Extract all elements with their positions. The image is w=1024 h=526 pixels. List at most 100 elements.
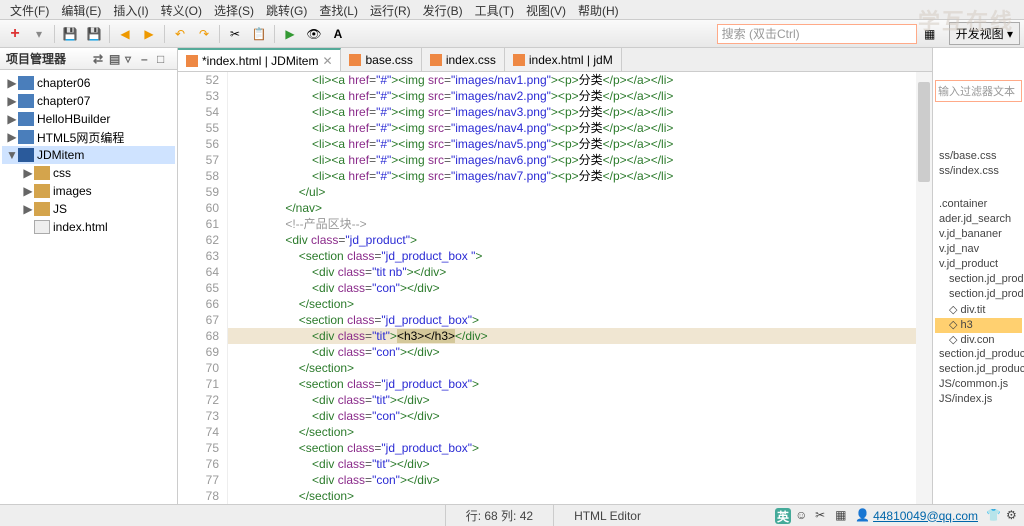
tree-item[interactable]: ▶chapter07 [2,92,175,110]
cut-button[interactable]: ✂ [224,23,246,45]
menu-item[interactable]: 查找(L) [313,0,364,19]
editor-tab[interactable]: index.css [422,48,505,71]
outline-item[interactable]: section.jd_product [935,348,1022,363]
paste-button[interactable]: 📋 [248,23,270,45]
undo-button[interactable]: ↶ [169,23,191,45]
tree-item[interactable]: ▶HTML5网页编程 [2,128,175,146]
perspective-button[interactable]: 开发视图 ▾ [949,22,1020,45]
new-button[interactable]: + [4,23,26,45]
code-line[interactable]: <div class="con"></div> [228,472,932,488]
outline-item[interactable]: JS/common.js [935,378,1022,393]
scroll-thumb[interactable] [918,82,930,182]
account-link[interactable]: 44810049@qq.com [873,509,978,523]
tree-item[interactable]: ▼JDMitem [2,146,175,164]
outline-item[interactable]: v.jd_nav [935,243,1022,258]
code-line[interactable]: <section class="jd_product_box"> [228,312,932,328]
menu-item[interactable]: 跳转(G) [260,0,313,19]
code-line[interactable]: <li><a href="#"><img src="images/nav6.pn… [228,152,932,168]
outline-item[interactable]: ◇ div.con [935,333,1022,348]
code-line[interactable]: </section> [228,424,932,440]
code-line[interactable]: <section class="jd_product_box"> [228,440,932,456]
maximize-icon[interactable]: □ [157,52,171,66]
outline-tree[interactable]: .containerader.jd_searchv.jd_bananerv.jd… [933,196,1024,410]
code-line[interactable]: </nav> [228,200,932,216]
code-line[interactable]: <div class="con"></div> [228,344,932,360]
run-button[interactable]: ▶ [279,23,301,45]
outline-item[interactable]: ss/index.css [935,165,1022,180]
outline-item[interactable]: v.jd_bananer [935,228,1022,243]
code-line[interactable]: <li><a href="#"><img src="images/nav4.pn… [228,120,932,136]
tree-item[interactable]: ▶HelloHBuilder [2,110,175,128]
menu-item[interactable]: 选择(S) [208,0,260,19]
code-line[interactable]: </section> [228,360,932,376]
menu-item[interactable]: 文件(F) [4,0,55,19]
emoji-icon[interactable]: ☺ [795,508,811,524]
forward-button[interactable]: ▶ [138,23,160,45]
outline-item[interactable]: section.jd_product [935,273,1022,288]
menu-icon[interactable]: ▿ [125,52,139,66]
outline-item[interactable]: JS/index.js [935,393,1022,408]
scissors-icon[interactable]: ✂ [815,508,831,524]
menu-item[interactable]: 工具(T) [469,0,520,19]
code-line[interactable]: <li><a href="#"><img src="images/nav5.pn… [228,136,932,152]
code-line[interactable]: <li><a href="#"><img src="images/nav2.pn… [228,88,932,104]
save-all-button[interactable]: 💾 [83,23,105,45]
menu-item[interactable]: 发行(B) [417,0,469,19]
link-icon[interactable]: ⇄ [93,52,107,66]
outline-item[interactable]: section.jd_product [935,363,1022,378]
code-line[interactable]: <li><a href="#"><img src="images/nav1.pn… [228,72,932,88]
tree-item[interactable]: index.html [2,218,175,236]
shirt-icon[interactable]: 👕 [986,508,1002,524]
code-editor[interactable]: 5253545556575859606162636465666768697071… [178,72,932,508]
outline-item[interactable]: ss/base.css [935,150,1022,165]
code-line[interactable]: </section> [228,296,932,312]
preview-button[interactable]: 👁 [303,23,325,45]
code-line[interactable]: <section class="jd_product_box "> [228,248,932,264]
editor-tab[interactable]: *index.html | JDMitem✕ [178,48,341,71]
code-line[interactable]: </section> [228,488,932,504]
code-line[interactable]: <div class="tit"><h3></h3></div> [228,328,932,344]
menu-item[interactable]: 帮助(H) [572,0,625,19]
save-button[interactable]: 💾 [59,23,81,45]
collapse-icon[interactable]: ▤ [109,52,123,66]
menu-item[interactable]: 插入(I) [107,0,154,19]
editor-tab[interactable]: index.html | jdM [505,48,622,71]
outline-item[interactable]: ◇ div.tit [935,303,1022,318]
editor-tab[interactable]: base.css [341,48,421,71]
outline-filter-input[interactable]: 输入过滤器文本 [935,80,1022,102]
outline-item[interactable]: ader.jd_search [935,213,1022,228]
menu-item[interactable]: 编辑(E) [55,0,107,19]
code-line[interactable]: <div class="jd_product"> [228,232,932,248]
text-button[interactable]: A [327,23,349,45]
code-line[interactable]: <li><a href="#"><img src="images/nav3.pn… [228,104,932,120]
code-line[interactable]: <div class="tit"></div> [228,392,932,408]
code-line[interactable]: <section class="jd_product_box"> [228,376,932,392]
minimize-icon[interactable]: – [141,52,155,66]
ime-icon[interactable]: 英 [775,508,791,524]
grid-icon[interactable]: ▦ [835,508,851,524]
menu-item[interactable]: 视图(V) [520,0,572,19]
user-icon[interactable]: 👤 [855,508,871,524]
tree-item[interactable]: ▶JS [2,200,175,218]
gear-icon[interactable]: ⚙ [1006,508,1022,524]
redo-button[interactable]: ↷ [193,23,215,45]
project-tree[interactable]: ▶chapter06▶chapter07▶HelloHBuilder▶HTML5… [0,70,177,240]
global-search-input[interactable]: 搜索 (双击Ctrl) [717,24,917,44]
tree-item[interactable]: ▶chapter06 [2,74,175,92]
code-line[interactable]: <!--产品区块--> [228,216,932,232]
tree-item[interactable]: ▶images [2,182,175,200]
close-icon[interactable]: ✕ [322,54,332,68]
code-line[interactable]: <div class="con"></div> [228,408,932,424]
vertical-scrollbar[interactable] [916,72,932,508]
code-line[interactable]: <div class="tit"></div> [228,456,932,472]
code-line[interactable]: <li><a href="#"><img src="images/nav7.pn… [228,168,932,184]
code-line[interactable]: <div class="tit nb"></div> [228,264,932,280]
outline-item[interactable]: section.jd_product [935,288,1022,303]
outline-css[interactable]: ss/base.cssss/index.css [933,148,1024,182]
back-button[interactable]: ◀ [114,23,136,45]
menu-item[interactable]: 运行(R) [364,0,417,19]
outline-item[interactable]: .container [935,198,1022,213]
code-source[interactable]: <li><a href="#"><img src="images/nav1.pn… [228,72,932,508]
tree-item[interactable]: ▶css [2,164,175,182]
outline-item[interactable]: ◇ h3 [935,318,1022,333]
